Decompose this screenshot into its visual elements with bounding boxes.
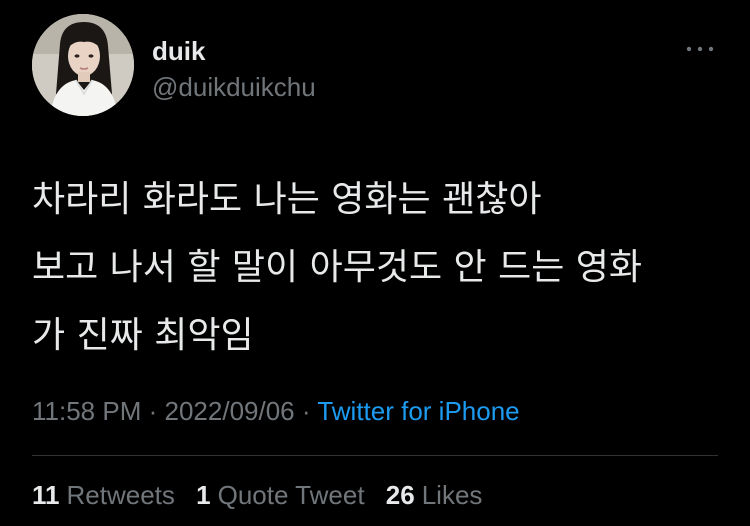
- tweet-date[interactable]: 2022/09/06: [165, 396, 295, 426]
- quote-tweets-stat[interactable]: 1 Quote Tweet: [196, 478, 364, 512]
- tweet-stats: 11 Retweets 1 Quote Tweet 26 Likes: [32, 478, 496, 512]
- user-handle[interactable]: @duikduikchu: [152, 72, 316, 102]
- tweet: duik @duikduikchu 차라리 화라도 나는 영화는 괜찮아 보고 …: [0, 0, 750, 526]
- more-options-button[interactable]: [684, 40, 716, 58]
- tweet-text-line: 가 진짜 최악임: [32, 315, 254, 356]
- avatar-image: [32, 14, 134, 116]
- likes-stat[interactable]: 26 Likes: [386, 478, 483, 512]
- divider: [32, 455, 718, 456]
- meta-separator: ·: [148, 396, 158, 426]
- meta-separator: ·: [301, 396, 311, 426]
- quotes-count: 1: [196, 480, 211, 510]
- likes-count: 26: [385, 480, 415, 510]
- tweet-source-link[interactable]: Twitter for iPhone: [317, 396, 519, 426]
- quotes-label: Quote Tweet: [217, 480, 365, 510]
- retweets-label: Retweets: [66, 480, 175, 510]
- likes-label: Likes: [421, 480, 483, 510]
- retweets-stat[interactable]: 11 Retweets: [32, 478, 175, 512]
- tweet-text-line: 보고 나서 할 말이 아무것도 안 드는 영화: [32, 247, 643, 288]
- tweet-text: 차라리 화라도 나는 영화는 괜찮아 보고 나서 할 말이 아무것도 안 드는 …: [32, 166, 722, 370]
- retweets-count: 11: [32, 480, 60, 510]
- more-horizontal-icon: [686, 46, 714, 52]
- tweet-text-line: 차라리 화라도 나는 영화는 괜찮아: [32, 179, 542, 220]
- avatar[interactable]: [32, 14, 134, 116]
- tweet-meta: 11:58 PM · 2022/09/06 · Twitter for iPho…: [32, 394, 520, 428]
- tweet-time[interactable]: 11:58 PM: [32, 396, 141, 426]
- display-name[interactable]: duik: [152, 36, 205, 66]
